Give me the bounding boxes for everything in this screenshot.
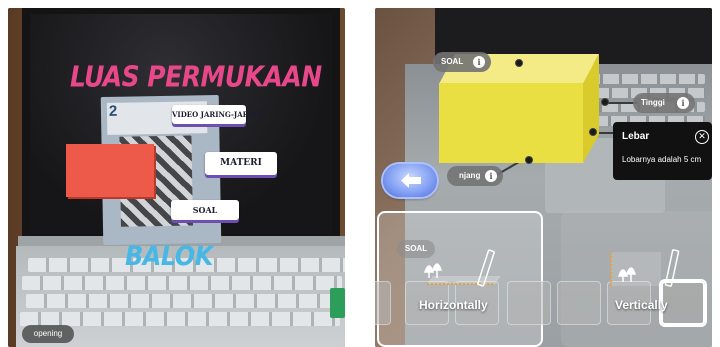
- green-object: [330, 288, 345, 318]
- keyboard-row: [20, 312, 340, 326]
- thumbnail-tile[interactable]: [557, 281, 601, 325]
- thumbnail-tile[interactable]: [375, 281, 391, 325]
- tinggi-info-pill[interactable]: Tinggi i: [633, 93, 695, 113]
- ar-yellow-block[interactable]: [439, 83, 584, 163]
- info-icon: i: [485, 170, 497, 182]
- close-icon[interactable]: ✕: [695, 130, 709, 144]
- video-jaring-jaring-button[interactable]: VIDEO JARING-JARING: [172, 105, 264, 124]
- materi-button[interactable]: MATERI: [205, 152, 277, 175]
- shape-name-label: BALOK: [125, 240, 213, 272]
- keyboard-row: [26, 294, 345, 308]
- soal-pill-label: SOAL: [441, 57, 464, 66]
- anchor-dot: [525, 156, 533, 164]
- soal-info-pill[interactable]: SOAL i: [433, 52, 491, 72]
- info-icon: i: [473, 56, 485, 68]
- panjang-pill-label: njang: [459, 171, 481, 180]
- anchor-dot: [515, 59, 523, 67]
- opening-button[interactable]: opening: [22, 325, 74, 343]
- ar-red-block[interactable]: [66, 144, 154, 197]
- thumbnail-tile[interactable]: [507, 281, 551, 325]
- vertically-label: Vertically: [615, 298, 668, 312]
- back-arrow-icon: [401, 173, 421, 188]
- back-button[interactable]: [383, 164, 437, 197]
- info-icon: i: [677, 97, 689, 109]
- panjang-info-pill[interactable]: njang i: [447, 166, 503, 186]
- ar-scene-right: SOAL i Tinggi i njang i Lebar ✕ Lobarnya…: [375, 8, 712, 347]
- horizontally-label: Horizontally: [419, 298, 488, 312]
- tinggi-pill-label: Tinggi: [641, 98, 665, 107]
- ar-title: LUAS PERMUKAAN: [70, 59, 322, 94]
- horizontal-plane-icon: [423, 249, 501, 287]
- book-number: 2: [108, 102, 118, 120]
- popup-title: Lebar: [622, 131, 650, 142]
- anchor-dot: [589, 128, 597, 136]
- lebar-info-popup: Lebar ✕ Lobarnya adalah 5 cm: [613, 122, 712, 180]
- popup-body: Lobarnya adalah 5 cm: [622, 155, 702, 164]
- ar-scene-left: 2 LUAS PERMUKAAN VIDEO JARING-JARING MAT…: [8, 8, 345, 347]
- keyboard-row: [22, 276, 342, 290]
- vertical-plane-icon: [610, 249, 680, 287]
- anchor-dot: [601, 98, 609, 106]
- soal-button[interactable]: SOAL: [171, 200, 239, 220]
